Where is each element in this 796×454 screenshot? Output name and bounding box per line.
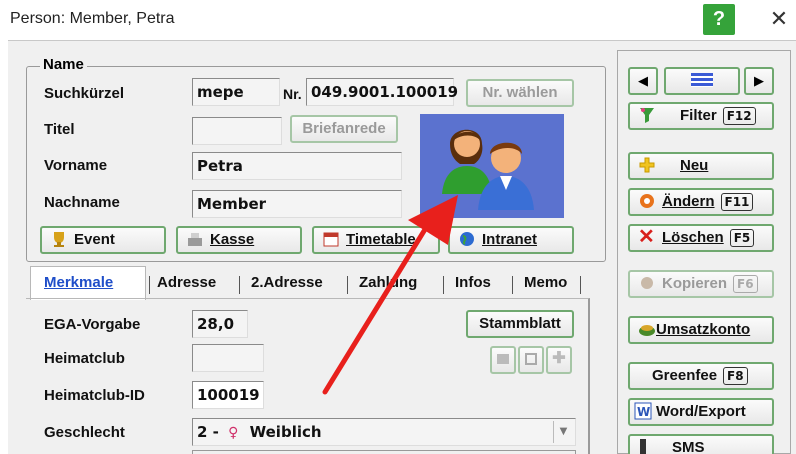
arrow-shaft — [322, 215, 435, 395]
annotation-arrow — [322, 195, 458, 395]
arrow-head — [408, 195, 458, 245]
